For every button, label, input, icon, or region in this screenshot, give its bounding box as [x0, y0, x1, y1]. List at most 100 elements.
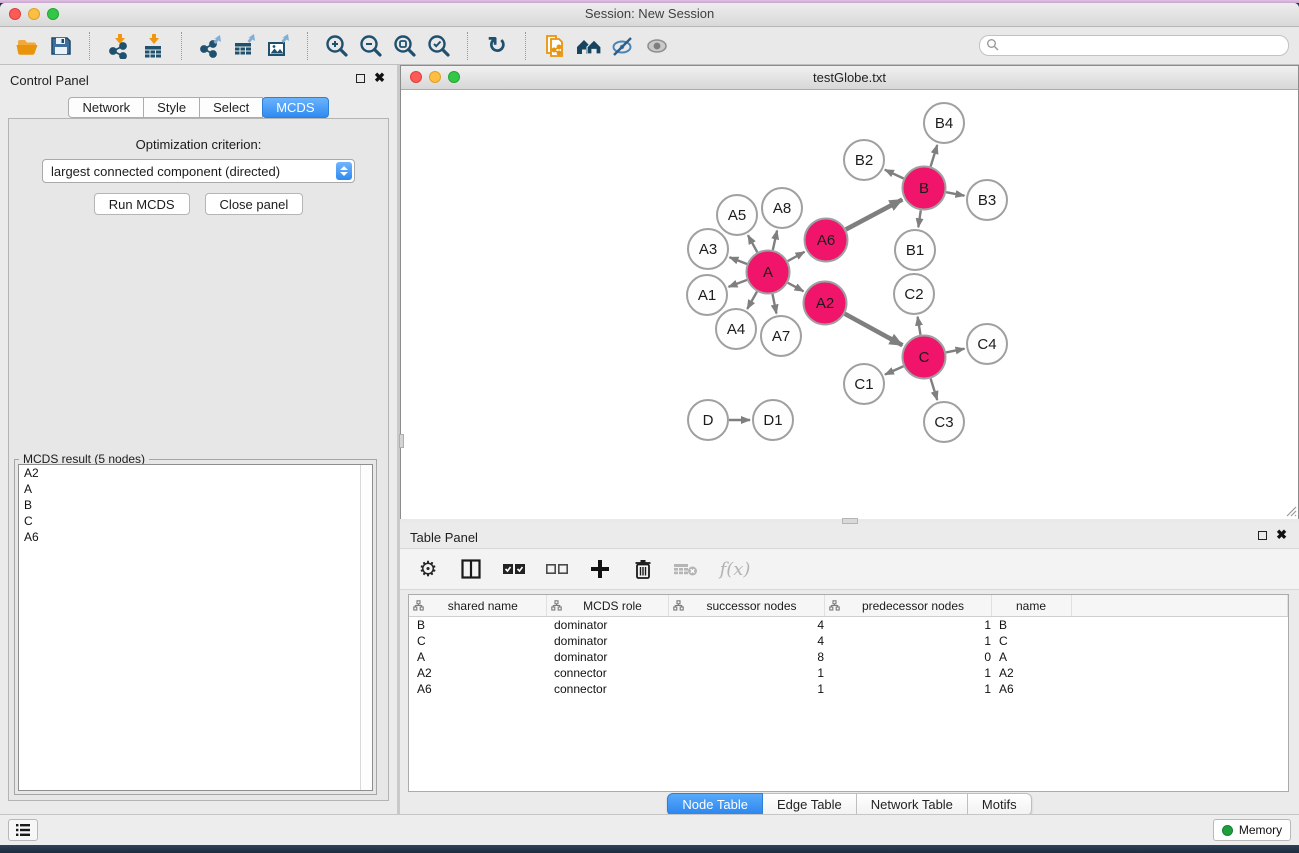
graph-node-A6[interactable]: A6 — [805, 219, 848, 262]
resize-grip-icon[interactable] — [1284, 504, 1297, 517]
table-cell[interactable]: 1 — [824, 665, 991, 681]
table-cell[interactable]: 1 — [824, 617, 991, 634]
save-session-button[interactable] — [44, 31, 78, 61]
column-header-successor-nodes[interactable]: successor nodes — [668, 595, 824, 617]
zoom-selected-button[interactable] — [422, 31, 456, 61]
search-input[interactable] — [979, 35, 1289, 56]
graph-edge-C-C2[interactable] — [918, 317, 921, 335]
splitter-handle[interactable] — [399, 434, 404, 448]
graph-edge-C-C1[interactable] — [885, 366, 904, 374]
add-row-button[interactable] — [586, 555, 614, 583]
graph-node-A8[interactable]: A8 — [762, 188, 802, 228]
table-row[interactable]: A2connector11A2 — [409, 665, 1288, 681]
table-row[interactable]: A6connector11A6 — [409, 681, 1288, 697]
table-cell[interactable]: dominator — [546, 617, 668, 634]
table-cell[interactable]: 1 — [824, 681, 991, 697]
tab-motifs[interactable]: Motifs — [968, 793, 1032, 816]
table-cell[interactable]: 8 — [668, 649, 824, 665]
select-all-button[interactable] — [500, 555, 528, 583]
table-cell[interactable]: A2 — [991, 665, 1071, 681]
tab-style[interactable]: Style — [144, 97, 200, 118]
export-network-button[interactable] — [194, 31, 228, 61]
graph-node-A[interactable]: A — [747, 251, 790, 294]
show-graphics-details-button[interactable] — [640, 31, 674, 61]
graph-edge-A-A5[interactable] — [748, 235, 757, 252]
network-graph[interactable]: B4B2BB3B1A5A8A6A3AA1A2A4A7C2CC4C1C3DD1 — [401, 90, 1295, 519]
zoom-in-button[interactable] — [320, 31, 354, 61]
function-builder-button[interactable]: f(x) — [715, 555, 755, 583]
tab-network-table[interactable]: Network Table — [857, 793, 968, 816]
tab-node-table[interactable]: Node Table — [667, 793, 763, 816]
graph-node-C2[interactable]: C2 — [894, 274, 934, 314]
column-header-shared-name[interactable]: shared name — [409, 595, 546, 617]
result-item[interactable]: A — [19, 481, 372, 497]
table-cell[interactable]: 1 — [668, 681, 824, 697]
delete-table-button[interactable] — [672, 555, 700, 583]
table-cell[interactable]: 1 — [824, 633, 991, 649]
column-view-button[interactable] — [457, 555, 485, 583]
hide-graphics-details-button[interactable] — [606, 31, 640, 61]
column-header-mcds-role[interactable]: MCDS role — [546, 595, 668, 617]
graph-node-C[interactable]: C — [903, 336, 946, 379]
graph-node-B3[interactable]: B3 — [967, 180, 1007, 220]
table-row[interactable]: Bdominator41B — [409, 617, 1288, 634]
graph-edge-A-A1[interactable] — [729, 280, 747, 287]
table-cell[interactable]: 4 — [668, 617, 824, 634]
close-panel-icon[interactable]: ✖ — [1276, 529, 1287, 541]
graph-node-B2[interactable]: B2 — [844, 140, 884, 180]
network-canvas[interactable]: B4B2BB3B1A5A8A6A3AA1A2A4A7C2CC4C1C3DD1 — [401, 90, 1298, 519]
tab-edge-table[interactable]: Edge Table — [763, 793, 857, 816]
unselect-all-button[interactable] — [543, 555, 571, 583]
horizontal-splitter-handle[interactable] — [842, 518, 858, 524]
memory-button[interactable]: Memory — [1213, 819, 1291, 841]
result-item[interactable]: B — [19, 497, 372, 513]
duplicate-network-button[interactable] — [538, 31, 572, 61]
graph-edge-A-A3[interactable] — [729, 257, 747, 264]
table-cell[interactable]: C — [409, 633, 546, 649]
graph-edge-A-A4[interactable] — [747, 292, 757, 309]
optimization-criterion-select[interactable]: largest connected component (directed) — [42, 159, 355, 183]
table-cell[interactable]: connector — [546, 681, 668, 697]
export-table-button[interactable] — [228, 31, 262, 61]
graph-node-B4[interactable]: B4 — [924, 103, 964, 143]
graph-edge-A-A8[interactable] — [773, 230, 777, 250]
graph-node-B1[interactable]: B1 — [895, 230, 935, 270]
graph-node-C1[interactable]: C1 — [844, 364, 884, 404]
graph-edge-A6-B[interactable] — [846, 199, 902, 229]
import-table-button[interactable] — [136, 31, 170, 61]
graph-node-C3[interactable]: C3 — [924, 402, 964, 442]
show-panels-list-button[interactable] — [8, 819, 38, 841]
graph-node-B[interactable]: B — [903, 167, 946, 210]
table-cell[interactable]: 1 — [668, 665, 824, 681]
graph-node-A2[interactable]: A2 — [804, 282, 847, 325]
close-panel-icon[interactable]: ✖ — [374, 72, 385, 84]
graph-edge-B-B4[interactable] — [931, 145, 938, 167]
graph-node-D[interactable]: D — [688, 400, 728, 440]
import-network-button[interactable] — [102, 31, 136, 61]
table-cell[interactable]: dominator — [546, 633, 668, 649]
result-scrollbar[interactable] — [360, 465, 372, 790]
float-panel-icon[interactable] — [356, 74, 365, 83]
refresh-button[interactable]: ↻ — [480, 31, 514, 61]
graph-node-A7[interactable]: A7 — [761, 316, 801, 356]
delete-row-button[interactable] — [629, 555, 657, 583]
graph-edge-B-B1[interactable] — [918, 210, 920, 227]
table-row[interactable]: Cdominator41C — [409, 633, 1288, 649]
tab-network[interactable]: Network — [68, 97, 144, 118]
close-panel-button[interactable]: Close panel — [205, 193, 304, 215]
column-header-predecessor-nodes[interactable]: predecessor nodes — [824, 595, 991, 617]
table-row[interactable]: Adominator80A — [409, 649, 1288, 665]
table-cell[interactable]: A6 — [991, 681, 1071, 697]
graph-node-A3[interactable]: A3 — [688, 229, 728, 269]
tab-select[interactable]: Select — [200, 97, 263, 118]
graph-edge-C-C4[interactable] — [946, 349, 964, 353]
table-cell[interactable]: dominator — [546, 649, 668, 665]
zoom-fit-button[interactable] — [388, 31, 422, 61]
table-cell[interactable]: 0 — [824, 649, 991, 665]
table-cell[interactable]: A6 — [409, 681, 546, 697]
result-item[interactable]: A2 — [19, 465, 372, 481]
run-mcds-button[interactable]: Run MCDS — [94, 193, 190, 215]
network-window-titlebar[interactable]: testGlobe.txt — [401, 66, 1298, 90]
graph-node-C4[interactable]: C4 — [967, 324, 1007, 364]
column-header-name[interactable]: name — [991, 595, 1071, 617]
